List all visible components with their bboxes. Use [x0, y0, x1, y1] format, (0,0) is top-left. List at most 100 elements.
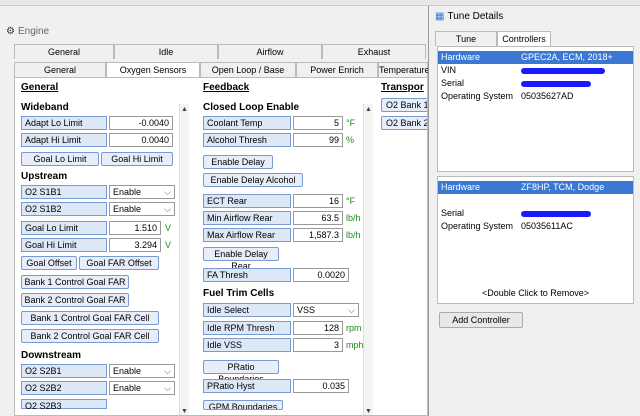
- coolant-temp-unit: °F: [346, 118, 356, 128]
- tcm-controller-grid[interactable]: Hardware ZF8HP, TCM, Dodge Serial Operat…: [437, 176, 634, 304]
- tab-airflow[interactable]: Airflow: [218, 44, 322, 59]
- o2-s1b1-value: Enable: [113, 187, 142, 197]
- ect-rear-unit: °F: [346, 196, 356, 206]
- scroll-up-icon[interactable]: ▲: [365, 106, 372, 113]
- col2-scrollbar[interactable]: ▲ ▼: [363, 104, 373, 415]
- tab-power-enrich[interactable]: Power Enrich: [296, 62, 378, 77]
- goal-hi-field[interactable]: 3.294: [109, 238, 161, 252]
- o2-s1b1-select[interactable]: Enable ⌵: [109, 185, 175, 199]
- chevron-down-icon: ⌵: [164, 366, 171, 376]
- coolant-temp-label: Coolant Temp: [203, 116, 291, 130]
- bank2-control-goal-far-button[interactable]: Bank 2 Control Goal FAR: [21, 293, 129, 307]
- scroll-down-icon[interactable]: ▼: [181, 408, 188, 415]
- ecm-serial-row[interactable]: Serial: [438, 77, 633, 90]
- scroll-down-icon[interactable]: ▼: [365, 408, 372, 415]
- goal-lo-limit-button[interactable]: Goal Lo Limit: [21, 152, 99, 166]
- goal-hi-limit-button[interactable]: Goal Hi Limit: [101, 152, 173, 166]
- chevron-down-icon: ⌵: [164, 383, 171, 393]
- tab-oxygen-sensors[interactable]: Oxygen Sensors: [106, 62, 200, 77]
- ecm-serial-redacted: [521, 77, 591, 90]
- o2-s1b1-label: O2 S1B1: [21, 185, 107, 199]
- o2-s2b1-label: O2 S2B1: [21, 364, 107, 378]
- tcm-serial-key: Serial: [441, 208, 465, 218]
- bank2-control-goal-far-cell-button[interactable]: Bank 2 Control Goal FAR Cell: [21, 329, 159, 343]
- max-airflow-rear-field[interactable]: 1,587.3: [293, 228, 343, 242]
- o2-s2b2-select[interactable]: Enable ⌵: [109, 381, 175, 395]
- tab-sub-general[interactable]: General: [14, 62, 106, 77]
- tab-idle[interactable]: Idle: [114, 44, 218, 59]
- o2-s2b2-label: O2 S2B2: [21, 381, 107, 395]
- engine-top-tabs: General Idle Airflow Exhaust: [14, 44, 426, 59]
- max-airflow-rear-unit: lb/h: [346, 230, 361, 240]
- pratio-boundaries-button[interactable]: PRatio Boundaries: [203, 360, 279, 384]
- enable-delay-rear-button[interactable]: Enable Delay Rear: [203, 247, 279, 271]
- ect-rear-field[interactable]: 16: [293, 194, 343, 208]
- enable-delay-button[interactable]: Enable Delay: [203, 155, 273, 169]
- max-airflow-rear-label: Max Airflow Rear: [203, 228, 291, 242]
- ecm-hardware-row[interactable]: Hardware GPEC2A, ECM, 2018+ Dodge: [438, 51, 633, 75]
- o2-bank2-button[interactable]: O2 Bank 2: [381, 116, 427, 130]
- enable-delay-alcohol-button[interactable]: Enable Delay Alcohol: [203, 173, 303, 187]
- add-controller-button[interactable]: Add Controller: [439, 312, 523, 328]
- adapt-lo-label: Adapt Lo Limit: [21, 116, 107, 130]
- tcm-remove-hint[interactable]: <Double Click to Remove>: [438, 287, 633, 300]
- tcm-serial-row[interactable]: Serial: [438, 207, 633, 220]
- adapt-hi-field[interactable]: 0.0040: [109, 133, 173, 147]
- idle-rpm-thresh-label: Idle RPM Thresh: [203, 321, 291, 335]
- o2-s2b2-value: Enable: [113, 383, 142, 393]
- ecm-controller-grid[interactable]: Hardware GPEC2A, ECM, 2018+ Dodge VIN Se…: [437, 46, 634, 172]
- min-airflow-rear-field[interactable]: 63.5: [293, 211, 343, 225]
- goal-lo-unit: V: [165, 223, 172, 233]
- oxygen-sensors-panel: General Wideband Adapt Lo Limit -0.0040 …: [14, 77, 428, 416]
- tcm-os-row[interactable]: Operating System 05035611AC: [438, 220, 633, 233]
- o2-s2b1-value: Enable: [113, 366, 142, 376]
- tcm-os-key: Operating System: [441, 221, 514, 231]
- engine-sub-tabs: General Oxygen Sensors Open Loop / Base …: [14, 62, 430, 77]
- ecm-vin-row[interactable]: VIN: [438, 64, 633, 77]
- coolant-temp-field[interactable]: 5: [293, 116, 343, 130]
- goal-far-offset-button[interactable]: Goal FAR Offset: [79, 256, 159, 270]
- o2-s2b1-select[interactable]: Enable ⌵: [109, 364, 175, 378]
- ecm-serial-key: Serial: [441, 78, 465, 88]
- tab-controllers[interactable]: Controllers: [497, 31, 551, 46]
- engine-window: ⚙ Engine General Idle Airflow Exhaust Gen…: [0, 22, 430, 416]
- alcohol-thresh-label: Alcohol Thresh: [203, 133, 291, 147]
- tab-exhaust[interactable]: Exhaust: [322, 44, 426, 59]
- tab-tune-overview[interactable]: Tune Overview: [435, 31, 497, 58]
- o2-s2b3-label: O2 S2B3: [21, 399, 107, 411]
- tcm-hardware-key: Hardware: [441, 182, 481, 192]
- tune-details-window: ▦Tune Details Tune Overview Controllers …: [428, 6, 640, 416]
- bank1-control-goal-far-button[interactable]: Bank 1 Control Goal FAR: [21, 275, 129, 289]
- chevron-down-icon: ⌵: [164, 187, 171, 197]
- engine-title-text: Engine: [17, 26, 50, 37]
- idle-select-dropdown[interactable]: VSS ⌵: [293, 303, 359, 317]
- goal-lo-label: Goal Lo Limit: [21, 221, 107, 235]
- scroll-up-icon[interactable]: ▲: [181, 106, 188, 113]
- tab-open-loop-base[interactable]: Open Loop / Base: [200, 62, 296, 77]
- tcm-hardware-row[interactable]: Hardware ZF8HP, TCM, Dodge: [438, 181, 633, 194]
- gpm-boundaries-button[interactable]: GPM Boundaries: [203, 400, 283, 410]
- ecm-os-value: 05035627AD: [521, 91, 574, 101]
- upstream-heading: Upstream: [21, 171, 68, 182]
- min-airflow-rear-unit: lb/h: [346, 213, 361, 223]
- idle-vss-field[interactable]: 3: [293, 338, 343, 352]
- pratio-hyst-field[interactable]: 0.035: [293, 379, 349, 393]
- o2-s1b2-select[interactable]: Enable ⌵: [109, 202, 175, 216]
- feedback-heading: Feedback: [203, 82, 250, 93]
- idle-rpm-thresh-field[interactable]: 128: [293, 321, 343, 335]
- bank1-control-goal-far-cell-button[interactable]: Bank 1 Control Goal FAR Cell: [21, 311, 159, 325]
- chevron-down-icon: ⌵: [164, 204, 171, 214]
- engine-icon: ⚙: [6, 26, 15, 37]
- fa-thresh-field[interactable]: 0.0020: [293, 268, 349, 282]
- ect-rear-label: ECT Rear: [203, 194, 291, 208]
- adapt-lo-field[interactable]: -0.0040: [109, 116, 173, 130]
- alcohol-thresh-field[interactable]: 99: [293, 133, 343, 147]
- tab-temperature[interactable]: Temperature: [378, 62, 430, 77]
- ecm-os-row[interactable]: Operating System 05035627AD: [438, 90, 633, 103]
- fuel-trim-cells-heading: Fuel Trim Cells: [203, 288, 275, 299]
- goal-lo-field[interactable]: 1.510: [109, 221, 161, 235]
- goal-offset-button[interactable]: Goal Offset: [21, 256, 77, 270]
- o2-bank1-button[interactable]: O2 Bank 1: [381, 98, 427, 112]
- col1-scrollbar[interactable]: ▲ ▼: [179, 104, 189, 415]
- tab-general[interactable]: General: [14, 44, 114, 59]
